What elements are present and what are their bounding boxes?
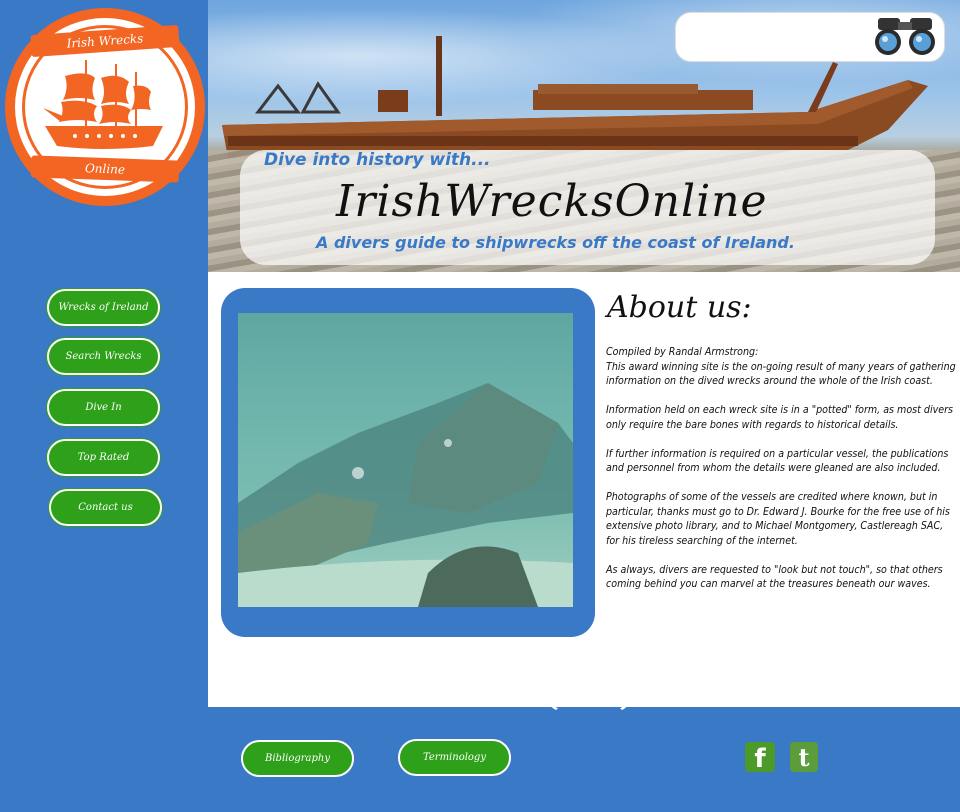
binoculars-icon[interactable] xyxy=(870,14,942,60)
nav-search-wrecks[interactable]: Search Wrecks xyxy=(47,338,160,375)
nav-wrecks-of-ireland[interactable]: Wrecks of Ireland xyxy=(47,289,160,326)
header-tagline-top: Dive into history with... xyxy=(264,150,491,170)
site-title: IrishWrecksOnline xyxy=(336,176,768,227)
nav-dive-in[interactable]: Dive In xyxy=(47,389,160,426)
facebook-icon[interactable]: f xyxy=(745,742,775,772)
nav-top-rated[interactable]: Top Rated xyxy=(47,439,160,476)
scroll-top-tab[interactable] xyxy=(551,695,627,715)
terminology-button[interactable]: Terminology xyxy=(398,739,511,776)
about-paragraph: Information held on each wreck site is i… xyxy=(606,404,953,431)
bibliography-button[interactable]: Bibliography xyxy=(241,740,354,777)
header-tagline-bottom: A divers guide to shipwrecks off the coa… xyxy=(316,233,795,252)
site-logo[interactable]: Irish Wrecks Online xyxy=(5,8,205,206)
about-title: About us: xyxy=(607,290,752,325)
underwater-wreck-photo xyxy=(238,313,573,607)
sailing-ship-icon xyxy=(43,60,163,149)
twitter-icon[interactable]: t xyxy=(790,742,818,772)
about-text: Compiled by Randal Armstrong: This award… xyxy=(606,345,958,606)
nav-contact-us[interactable]: Contact us xyxy=(49,489,162,526)
about-paragraph: As always, divers are requested to "look… xyxy=(606,563,943,591)
about-paragraph: If further information is required on a … xyxy=(606,447,949,475)
about-paragraph: Photographs of some of the vessels are c… xyxy=(606,491,950,547)
about-paragraph: Compiled by Randal Armstrong: This award… xyxy=(606,346,956,387)
